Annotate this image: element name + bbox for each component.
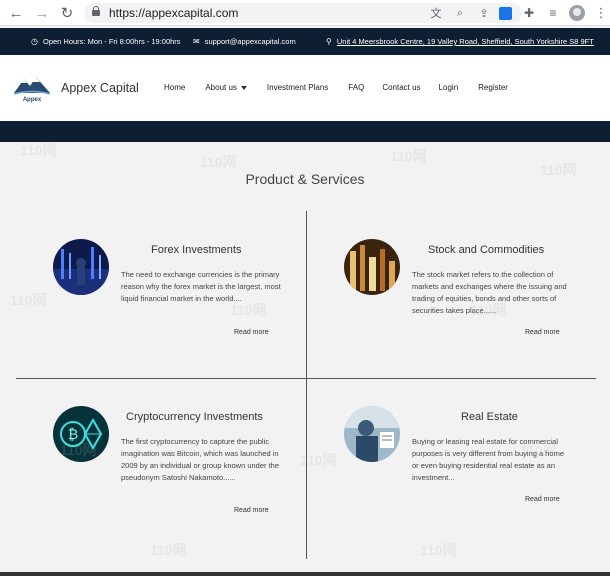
support-email-text[interactable]: support@appexcapital.com — [205, 37, 296, 46]
open-hours: ◷ Open Hours: Mon - Fri 8:00hrs - 19:00h… — [31, 37, 181, 46]
open-hours-text: Open Hours: Mon - Fri 8:00hrs - 19:00hrs — [42, 37, 181, 46]
card-real-estate-read-more[interactable]: Read more — [525, 496, 560, 503]
logo-text: Appex — [23, 97, 42, 103]
menu-dots-icon[interactable]: ⋮ — [592, 3, 610, 23]
card-stocks-read-more[interactable]: Read more — [525, 329, 560, 336]
nav-login[interactable]: Login — [439, 83, 459, 92]
card-forex-text: The need to exchange currencies is the p… — [121, 270, 281, 303]
card-forex-title: Forex Investments — [151, 244, 242, 256]
card-crypto-title: Cryptocurrency Investments — [126, 411, 263, 423]
url-text: https://appexcapital.com — [109, 6, 239, 20]
browser-toolbar: ← → ↻ https://appexcapital.com 文 ⌕ ⇪ ☆ ✚… — [0, 0, 610, 26]
translate-icon[interactable]: 文 — [428, 5, 444, 21]
stocks-image — [344, 239, 400, 295]
nav-contact-us[interactable]: Contact us — [382, 83, 420, 92]
card-forex: Forex Investments The need to exchange c… — [53, 239, 323, 389]
svg-text:₿: ₿ — [68, 427, 78, 443]
chevron-down-icon — [240, 85, 247, 90]
brand-name[interactable]: Appex Capital — [61, 81, 139, 95]
clock-icon: ◷ — [31, 37, 38, 46]
card-forex-read-more[interactable]: Read more — [234, 329, 269, 336]
profile-avatar-icon[interactable] — [568, 3, 586, 23]
card-crypto-text: The first cryptocurrency to capture the … — [121, 437, 280, 482]
card-crypto: ₿ Cryptocurrency Investments The first c… — [53, 406, 323, 556]
reload-icon[interactable]: ↻ — [55, 1, 79, 25]
hero-band — [0, 121, 610, 142]
office-address-text[interactable]: Unit 4 Meersbrook Centre, 19 Valley Road… — [337, 37, 594, 46]
nav-about-us[interactable]: About us — [205, 83, 247, 92]
lock-icon — [92, 5, 100, 18]
share-icon[interactable]: ⇪ — [476, 5, 492, 21]
forex-image — [53, 239, 109, 295]
back-icon[interactable]: ← — [4, 1, 28, 25]
zoom-icon[interactable]: ⌕ — [452, 5, 468, 21]
products-section: Product & Services Forex Investments The… — [0, 142, 610, 572]
main-nav: Home About us Investment Plans FAQ Conta… — [164, 83, 508, 92]
card-stocks-title: Stock and Commodities — [428, 244, 545, 256]
top-info-bar: ◷ Open Hours: Mon - Fri 8:00hrs - 19:00h… — [0, 28, 610, 55]
card-real-estate-title: Real Estate — [461, 411, 518, 423]
appex-logo[interactable]: Appex — [12, 73, 52, 103]
office-address[interactable]: ⚲ Unit 4 Meersbrook Centre, 19 Valley Ro… — [326, 37, 594, 46]
address-bar[interactable]: https://appexcapital.com 文 ⌕ ⇪ ☆ — [84, 3, 522, 23]
section-title: Product & Services — [245, 171, 365, 187]
site-header: Appex Appex Capital Home About us Invest… — [0, 55, 610, 121]
card-crypto-read-more[interactable]: Read more — [234, 507, 269, 514]
support-email[interactable]: ✉ support@appexcapital.com — [193, 37, 296, 46]
extension-icon[interactable] — [496, 3, 514, 23]
map-pin-icon: ⚲ — [326, 37, 332, 46]
forward-icon[interactable]: → — [30, 1, 54, 25]
card-stocks: Stock and Commodities The stock market r… — [344, 239, 610, 389]
crypto-image: ₿ — [53, 406, 109, 462]
card-real-estate: Real Estate Buying or leasing real estat… — [344, 406, 610, 556]
nav-home[interactable]: Home — [164, 83, 185, 92]
nav-faq[interactable]: FAQ — [348, 83, 364, 92]
reading-list-icon[interactable]: ≡ — [544, 3, 562, 23]
nav-about-us-label: About us — [205, 83, 237, 92]
real-estate-image — [344, 406, 400, 462]
card-real-estate-text: Buying or leasing real estate for commer… — [412, 437, 565, 482]
puzzle-extensions-icon[interactable]: ✚ — [520, 3, 538, 23]
footer-band — [0, 572, 610, 576]
envelope-icon: ✉ — [193, 37, 200, 46]
card-stocks-text: The stock market refers to the collectio… — [412, 270, 567, 315]
nav-register[interactable]: Register — [478, 83, 508, 92]
nav-investment-plans[interactable]: Investment Plans — [267, 83, 328, 92]
